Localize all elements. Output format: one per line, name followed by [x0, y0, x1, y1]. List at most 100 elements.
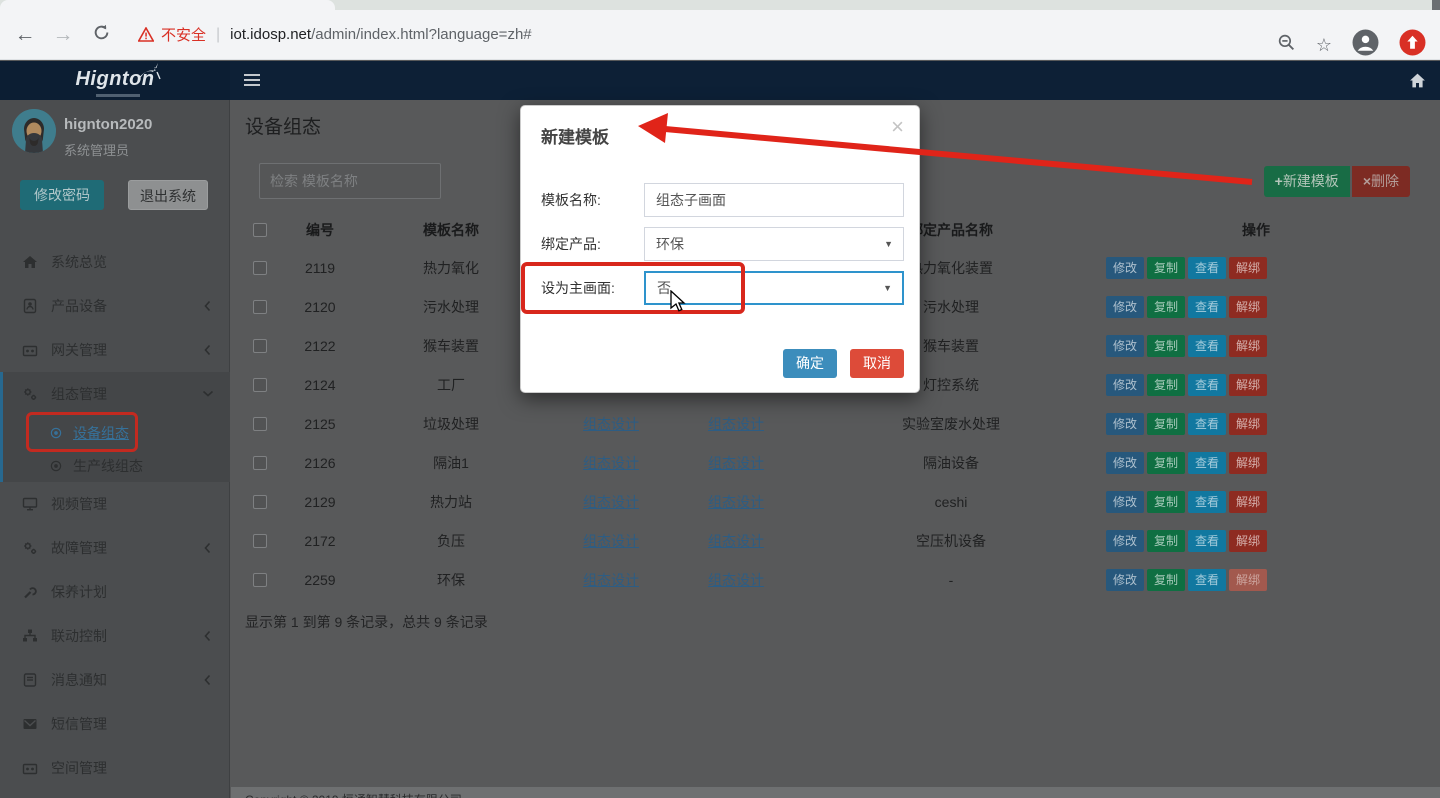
browser-tab[interactable] — [0, 0, 335, 10]
action-查看-button[interactable]: 查看 — [1188, 452, 1226, 474]
action-查看-button[interactable]: 查看 — [1188, 413, 1226, 435]
design-link[interactable]: 组态设计 — [708, 533, 764, 549]
row-checkbox[interactable] — [253, 378, 267, 392]
sidebar-item-系统总览[interactable]: 系统总览 — [0, 240, 230, 284]
sidebar-item-故障管理[interactable]: 故障管理 — [0, 526, 230, 570]
browser-profile-icon[interactable] — [1352, 29, 1379, 61]
design-link[interactable]: 组态设计 — [708, 494, 764, 510]
action-解绑-button[interactable]: 解绑 — [1229, 569, 1267, 591]
cell-actions: 修改复制查看解绑 — [1101, 413, 1411, 435]
address-bar[interactable]: 不安全 | iot.idosp.net/admin/index.html?lan… — [138, 24, 532, 45]
action-解绑-button[interactable]: 解绑 — [1229, 296, 1267, 318]
sidebar-item-产品设备[interactable]: 产品设备 — [0, 284, 230, 328]
col-header-actions: 操作 — [1101, 220, 1411, 240]
action-修改-button[interactable]: 修改 — [1106, 413, 1144, 435]
sidebar-item-保养计划[interactable]: 保养计划 — [0, 570, 230, 614]
bookmark-star-icon[interactable]: ☆ — [1316, 35, 1332, 56]
action-解绑-button[interactable]: 解绑 — [1229, 257, 1267, 279]
sidebar-menu: 系统总览产品设备网关管理组态管理设备组态生产线组态视频管理故障管理保养计划联动控… — [0, 240, 230, 790]
cell-id: 2259 — [289, 572, 351, 588]
logout-button[interactable]: 退出系统 — [128, 180, 208, 210]
action-复制-button[interactable]: 复制 — [1147, 452, 1185, 474]
action-复制-button[interactable]: 复制 — [1147, 257, 1185, 279]
bind-product-select[interactable]: 环保▼ — [644, 227, 904, 261]
action-复制-button[interactable]: 复制 — [1147, 413, 1185, 435]
action-修改-button[interactable]: 修改 — [1106, 452, 1144, 474]
row-checkbox[interactable] — [253, 495, 267, 509]
change-password-button[interactable]: 修改密码 — [20, 180, 104, 210]
confirm-button[interactable]: 确定 — [783, 349, 837, 378]
select-all-checkbox[interactable] — [253, 223, 267, 237]
home-icon[interactable] — [1409, 72, 1426, 94]
action-解绑-button[interactable]: 解绑 — [1229, 335, 1267, 357]
row-checkbox[interactable] — [253, 417, 267, 431]
action-查看-button[interactable]: 查看 — [1188, 569, 1226, 591]
sidebar-toggle-icon[interactable] — [244, 74, 260, 87]
avatar — [12, 109, 56, 153]
action-复制-button[interactable]: 复制 — [1147, 296, 1185, 318]
action-修改-button[interactable]: 修改 — [1106, 530, 1144, 552]
design-link[interactable]: 组态设计 — [583, 533, 639, 549]
row-checkbox[interactable] — [253, 534, 267, 548]
design-link[interactable]: 组态设计 — [708, 455, 764, 471]
sidebar-item-短信管理[interactable]: 短信管理 — [0, 702, 230, 746]
action-解绑-button[interactable]: 解绑 — [1229, 452, 1267, 474]
row-checkbox[interactable] — [253, 456, 267, 470]
search-input[interactable] — [259, 163, 441, 199]
action-查看-button[interactable]: 查看 — [1188, 296, 1226, 318]
row-checkbox[interactable] — [253, 300, 267, 314]
sidebar-item-视频管理[interactable]: 视频管理 — [0, 482, 230, 526]
action-复制-button[interactable]: 复制 — [1147, 335, 1185, 357]
main-screen-select[interactable]: 否▼ — [644, 271, 904, 305]
row-checkbox[interactable] — [253, 261, 267, 275]
row-checkbox[interactable] — [253, 573, 267, 587]
zoom-out-icon[interactable] — [1277, 33, 1296, 57]
action-查看-button[interactable]: 查看 — [1188, 491, 1226, 513]
action-修改-button[interactable]: 修改 — [1106, 257, 1144, 279]
delete-button[interactable]: ×删除 — [1352, 166, 1410, 197]
wrench-icon — [22, 584, 38, 600]
app-logo[interactable]: Hignton — [0, 61, 230, 100]
design-link[interactable]: 组态设计 — [583, 572, 639, 588]
modal-close-icon[interactable]: × — [891, 114, 904, 140]
design-link[interactable]: 组态设计 — [708, 572, 764, 588]
sidebar-item-空间管理[interactable]: 空间管理 — [0, 746, 230, 790]
action-复制-button[interactable]: 复制 — [1147, 569, 1185, 591]
sidebar-item-联动控制[interactable]: 联动控制 — [0, 614, 230, 658]
sidebar-item-消息通知[interactable]: 消息通知 — [0, 658, 230, 702]
action-解绑-button[interactable]: 解绑 — [1229, 413, 1267, 435]
cancel-button[interactable]: 取消 — [850, 349, 904, 378]
cell-actions: 修改复制查看解绑 — [1101, 452, 1411, 474]
action-查看-button[interactable]: 查看 — [1188, 530, 1226, 552]
design-link[interactable]: 组态设计 — [583, 455, 639, 471]
back-icon[interactable]: ← — [6, 23, 44, 47]
action-查看-button[interactable]: 查看 — [1188, 374, 1226, 396]
action-修改-button[interactable]: 修改 — [1106, 491, 1144, 513]
action-解绑-button[interactable]: 解绑 — [1229, 530, 1267, 552]
sidebar-item-label: 消息通知 — [51, 670, 107, 690]
template-name-input[interactable]: 组态子画面 — [644, 183, 904, 217]
action-查看-button[interactable]: 查看 — [1188, 335, 1226, 357]
sidebar-subitem-生产线组态[interactable]: 生产线组态 — [3, 449, 230, 482]
action-复制-button[interactable]: 复制 — [1147, 530, 1185, 552]
action-解绑-button[interactable]: 解绑 — [1229, 491, 1267, 513]
action-修改-button[interactable]: 修改 — [1106, 569, 1144, 591]
action-复制-button[interactable]: 复制 — [1147, 374, 1185, 396]
action-查看-button[interactable]: 查看 — [1188, 257, 1226, 279]
design-link[interactable]: 组态设计 — [583, 416, 639, 432]
new-template-button[interactable]: +新建模板 — [1264, 166, 1350, 197]
action-修改-button[interactable]: 修改 — [1106, 335, 1144, 357]
forward-icon[interactable]: → — [44, 23, 82, 47]
action-解绑-button[interactable]: 解绑 — [1229, 374, 1267, 396]
design-link[interactable]: 组态设计 — [708, 416, 764, 432]
action-修改-button[interactable]: 修改 — [1106, 296, 1144, 318]
sidebar-item-组态管理[interactable]: 组态管理 — [3, 372, 230, 416]
browser-update-icon[interactable] — [1399, 29, 1426, 61]
design-link[interactable]: 组态设计 — [583, 494, 639, 510]
sidebar-item-网关管理[interactable]: 网关管理 — [0, 328, 230, 372]
sidebar-subitem-设备组态[interactable]: 设备组态 — [3, 416, 230, 449]
row-checkbox[interactable] — [253, 339, 267, 353]
action-复制-button[interactable]: 复制 — [1147, 491, 1185, 513]
reload-icon[interactable] — [82, 23, 120, 47]
action-修改-button[interactable]: 修改 — [1106, 374, 1144, 396]
